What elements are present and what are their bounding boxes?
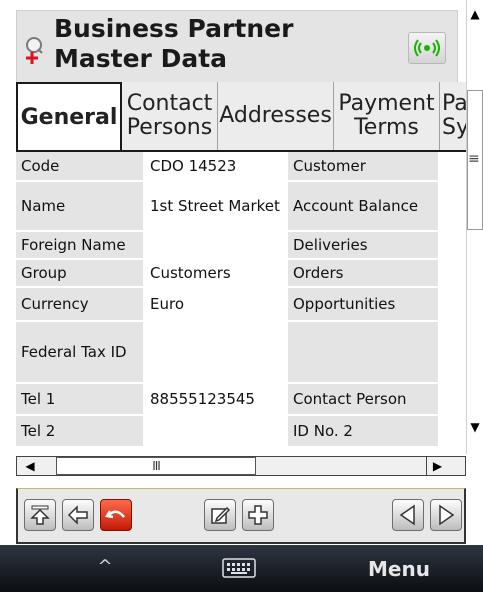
undo-icon	[104, 510, 125, 519]
signal-icon	[414, 39, 440, 57]
edit-icon	[211, 506, 231, 524]
next-icon	[439, 504, 455, 526]
general-fields-table: Code CDO 14523 Customer Name 1st Street Mark…	[16, 152, 466, 454]
table-cell-value[interactable]: Customers	[145, 260, 286, 286]
scroll-grip-icon: ≡	[468, 151, 480, 167]
next-record-button[interactable]	[430, 499, 462, 531]
table-cell-label: Group	[16, 260, 143, 286]
scroll-left-icon[interactable]: ◀	[20, 457, 40, 475]
add-button[interactable]	[242, 499, 274, 531]
table-cell-label2: Contact Person	[288, 384, 438, 414]
scroll-down-icon[interactable]: ▼	[467, 417, 483, 437]
go-top-button[interactable]	[24, 499, 56, 531]
table-cell-value[interactable]: 1st Street Market	[145, 182, 286, 230]
table-cell-label2: ID No. 2	[288, 416, 438, 446]
tab-contact-persons[interactable]: Contact Persons	[122, 82, 218, 150]
table-cell-value[interactable]	[145, 416, 286, 446]
scroll-right-icon[interactable]: ▶	[426, 457, 448, 475]
app-search-icon	[26, 37, 43, 64]
table-cell-label: Foreign Name	[16, 232, 143, 258]
tab-label: General	[20, 105, 118, 130]
previous-record-button[interactable]	[392, 499, 424, 531]
menu-softkey[interactable]: Menu	[368, 557, 430, 581]
table-cell-label: Currency	[16, 288, 143, 320]
table-cell-label2: Orders	[288, 260, 438, 286]
table-cell-label: Tel 2	[16, 416, 143, 446]
keyboard-icon	[222, 558, 256, 578]
table-cell-label: Code	[16, 152, 143, 180]
tab-label: Contact Persons	[126, 91, 213, 140]
horizontal-scroll-thumb[interactable]: III	[56, 457, 256, 475]
back-button[interactable]	[62, 499, 94, 531]
undo-button[interactable]	[100, 499, 132, 531]
table-cell-label2: Account Balance	[288, 182, 438, 230]
scroll-grip-icon: III	[152, 459, 161, 473]
previous-icon	[399, 504, 415, 526]
vertical-scroll-thumb[interactable]: ≡	[467, 90, 483, 230]
table-cell-value[interactable]	[145, 322, 286, 382]
connection-status-icon[interactable]	[408, 32, 446, 64]
tab-general[interactable]: General	[16, 82, 122, 150]
table-cell-value[interactable]: Euro	[145, 288, 286, 320]
table-cell-label2: Opportunities	[288, 288, 438, 320]
add-icon	[248, 505, 268, 525]
tab-addresses[interactable]: Addresses	[218, 82, 334, 150]
keyboard-button[interactable]	[221, 557, 257, 579]
tab-label: Payment Terms	[338, 91, 435, 140]
edit-button[interactable]	[204, 499, 236, 531]
go-top-icon	[30, 505, 50, 525]
table-cell-label2: Deliveries	[288, 232, 438, 258]
table-cell-value[interactable]	[145, 232, 286, 258]
tab-payment-system[interactable]: Pa Sy	[440, 82, 466, 150]
tab-label: Pa Sy	[442, 91, 466, 140]
table-cell-value[interactable]: 88555123545	[145, 384, 286, 414]
tab-bar: General Contact Persons Addresses Paymen…	[16, 82, 466, 152]
table-cell-label: Federal Tax ID	[16, 322, 143, 382]
tab-payment-terms[interactable]: Payment Terms	[334, 82, 440, 150]
table-cell-label2	[288, 322, 438, 382]
table-cell-label: Name	[16, 182, 143, 230]
scroll-up-icon[interactable]: ▲	[467, 4, 483, 24]
table-cell-label: Tel 1	[16, 384, 143, 414]
back-icon	[67, 505, 88, 525]
table-cell-label2: Customer	[288, 152, 438, 180]
page-title: Business Partner Master Data	[54, 14, 294, 73]
up-softkey-icon[interactable]: ^	[90, 556, 120, 577]
tab-label: Addresses	[219, 103, 332, 128]
table-cell-value[interactable]: CDO 14523	[145, 152, 286, 180]
